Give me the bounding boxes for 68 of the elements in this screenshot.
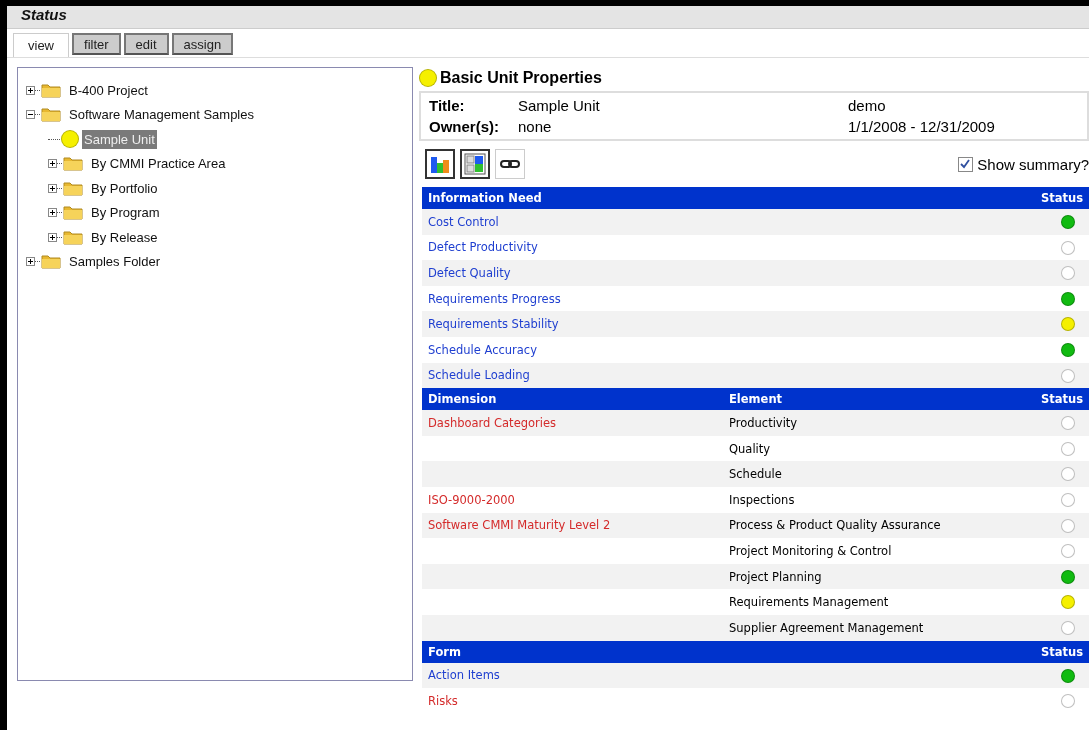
link-button[interactable] bbox=[495, 149, 525, 179]
field-value: none bbox=[518, 118, 553, 135]
folder-label[interactable]: By Portfolio bbox=[89, 178, 160, 198]
field-value: 1/1/2008 - 12/31/2009 bbox=[848, 118, 996, 135]
folder-icon bbox=[41, 107, 61, 123]
folder-label[interactable]: By Release bbox=[89, 227, 160, 247]
link[interactable]: Schedule Loading bbox=[428, 368, 530, 383]
chart-view-button[interactable] bbox=[425, 149, 455, 179]
tab[interactable]: edit bbox=[123, 33, 169, 55]
expand-icon[interactable] bbox=[48, 208, 57, 218]
folder-label[interactable]: Samples Folder bbox=[67, 252, 163, 272]
link[interactable]: Cost Control bbox=[428, 214, 499, 229]
folder-label[interactable]: By CMMI Practice Area bbox=[89, 154, 228, 174]
grid-view-button[interactable] bbox=[460, 149, 490, 179]
tab[interactable]: view bbox=[13, 33, 69, 57]
field-value: demo bbox=[848, 97, 887, 114]
table-cell: Inspections bbox=[729, 492, 795, 507]
table-cell: Project Monitoring & Control bbox=[729, 543, 892, 558]
folder-icon bbox=[63, 156, 83, 172]
table-cell: Requirements Management bbox=[729, 595, 889, 610]
tab[interactable]: assign bbox=[171, 33, 234, 55]
folder-icon bbox=[63, 229, 83, 245]
folder-icon bbox=[41, 82, 61, 98]
table-cell: Project Planning bbox=[729, 569, 822, 584]
expand-icon[interactable] bbox=[26, 85, 35, 95]
checkbox-label: Show summary? bbox=[977, 155, 1089, 173]
link[interactable]: Dashboard Categories bbox=[428, 415, 557, 430]
table-cell: Schedule bbox=[729, 467, 782, 482]
unit-label[interactable]: Sample Unit bbox=[82, 129, 157, 149]
column-header: Element bbox=[723, 388, 1009, 411]
window-title: Status bbox=[7, 6, 1089, 29]
tab[interactable]: filter bbox=[72, 33, 121, 55]
link[interactable]: Requirements Progress bbox=[428, 291, 561, 306]
link[interactable]: Defect Productivity bbox=[428, 240, 538, 255]
table-cell: Supplier Agreement Management bbox=[729, 620, 924, 635]
table-cell: Quality bbox=[729, 441, 771, 456]
collapse-icon[interactable] bbox=[26, 110, 35, 120]
column-header: Information Need bbox=[422, 187, 1009, 209]
section-title: Basic Unit Properties bbox=[440, 69, 602, 87]
expand-icon[interactable] bbox=[26, 257, 35, 267]
folder-icon bbox=[41, 254, 61, 270]
expand-icon[interactable] bbox=[48, 232, 57, 242]
expand-icon[interactable] bbox=[48, 159, 57, 169]
link[interactable]: Requirements Stability bbox=[428, 317, 559, 332]
grid-icon bbox=[464, 153, 486, 175]
field-label: Owner(s): bbox=[429, 118, 500, 135]
folder-label[interactable]: B-400 Project bbox=[67, 80, 150, 100]
field-label: Title: bbox=[429, 97, 466, 114]
column-header: Dimension bbox=[422, 388, 723, 411]
folder-label[interactable]: By Program bbox=[89, 203, 162, 223]
link[interactable]: Defect Quality bbox=[428, 266, 511, 280]
checkbox[interactable] bbox=[958, 156, 974, 172]
link[interactable]: ISO-9000-2000 bbox=[428, 492, 515, 507]
expand-icon[interactable] bbox=[48, 183, 57, 193]
link[interactable]: Schedule Accuracy bbox=[428, 342, 537, 357]
column-header: Status bbox=[1009, 388, 1089, 411]
link[interactable]: Risks bbox=[428, 693, 458, 708]
link[interactable]: Action Items bbox=[428, 668, 500, 683]
table-cell: Productivity bbox=[729, 415, 798, 430]
column-header: Form bbox=[422, 640, 1009, 663]
column-header: Status bbox=[1009, 187, 1089, 209]
link[interactable]: Software CMMI Maturity Level 2 bbox=[428, 518, 611, 533]
table-cell: Process & Product Quality Assurance bbox=[729, 518, 941, 533]
folder-icon bbox=[63, 205, 83, 221]
folder-icon bbox=[63, 180, 83, 196]
field-value: Sample Unit bbox=[518, 97, 601, 114]
folder-label[interactable]: Software Management Samples bbox=[67, 105, 256, 125]
column-header: Status bbox=[1009, 640, 1089, 663]
